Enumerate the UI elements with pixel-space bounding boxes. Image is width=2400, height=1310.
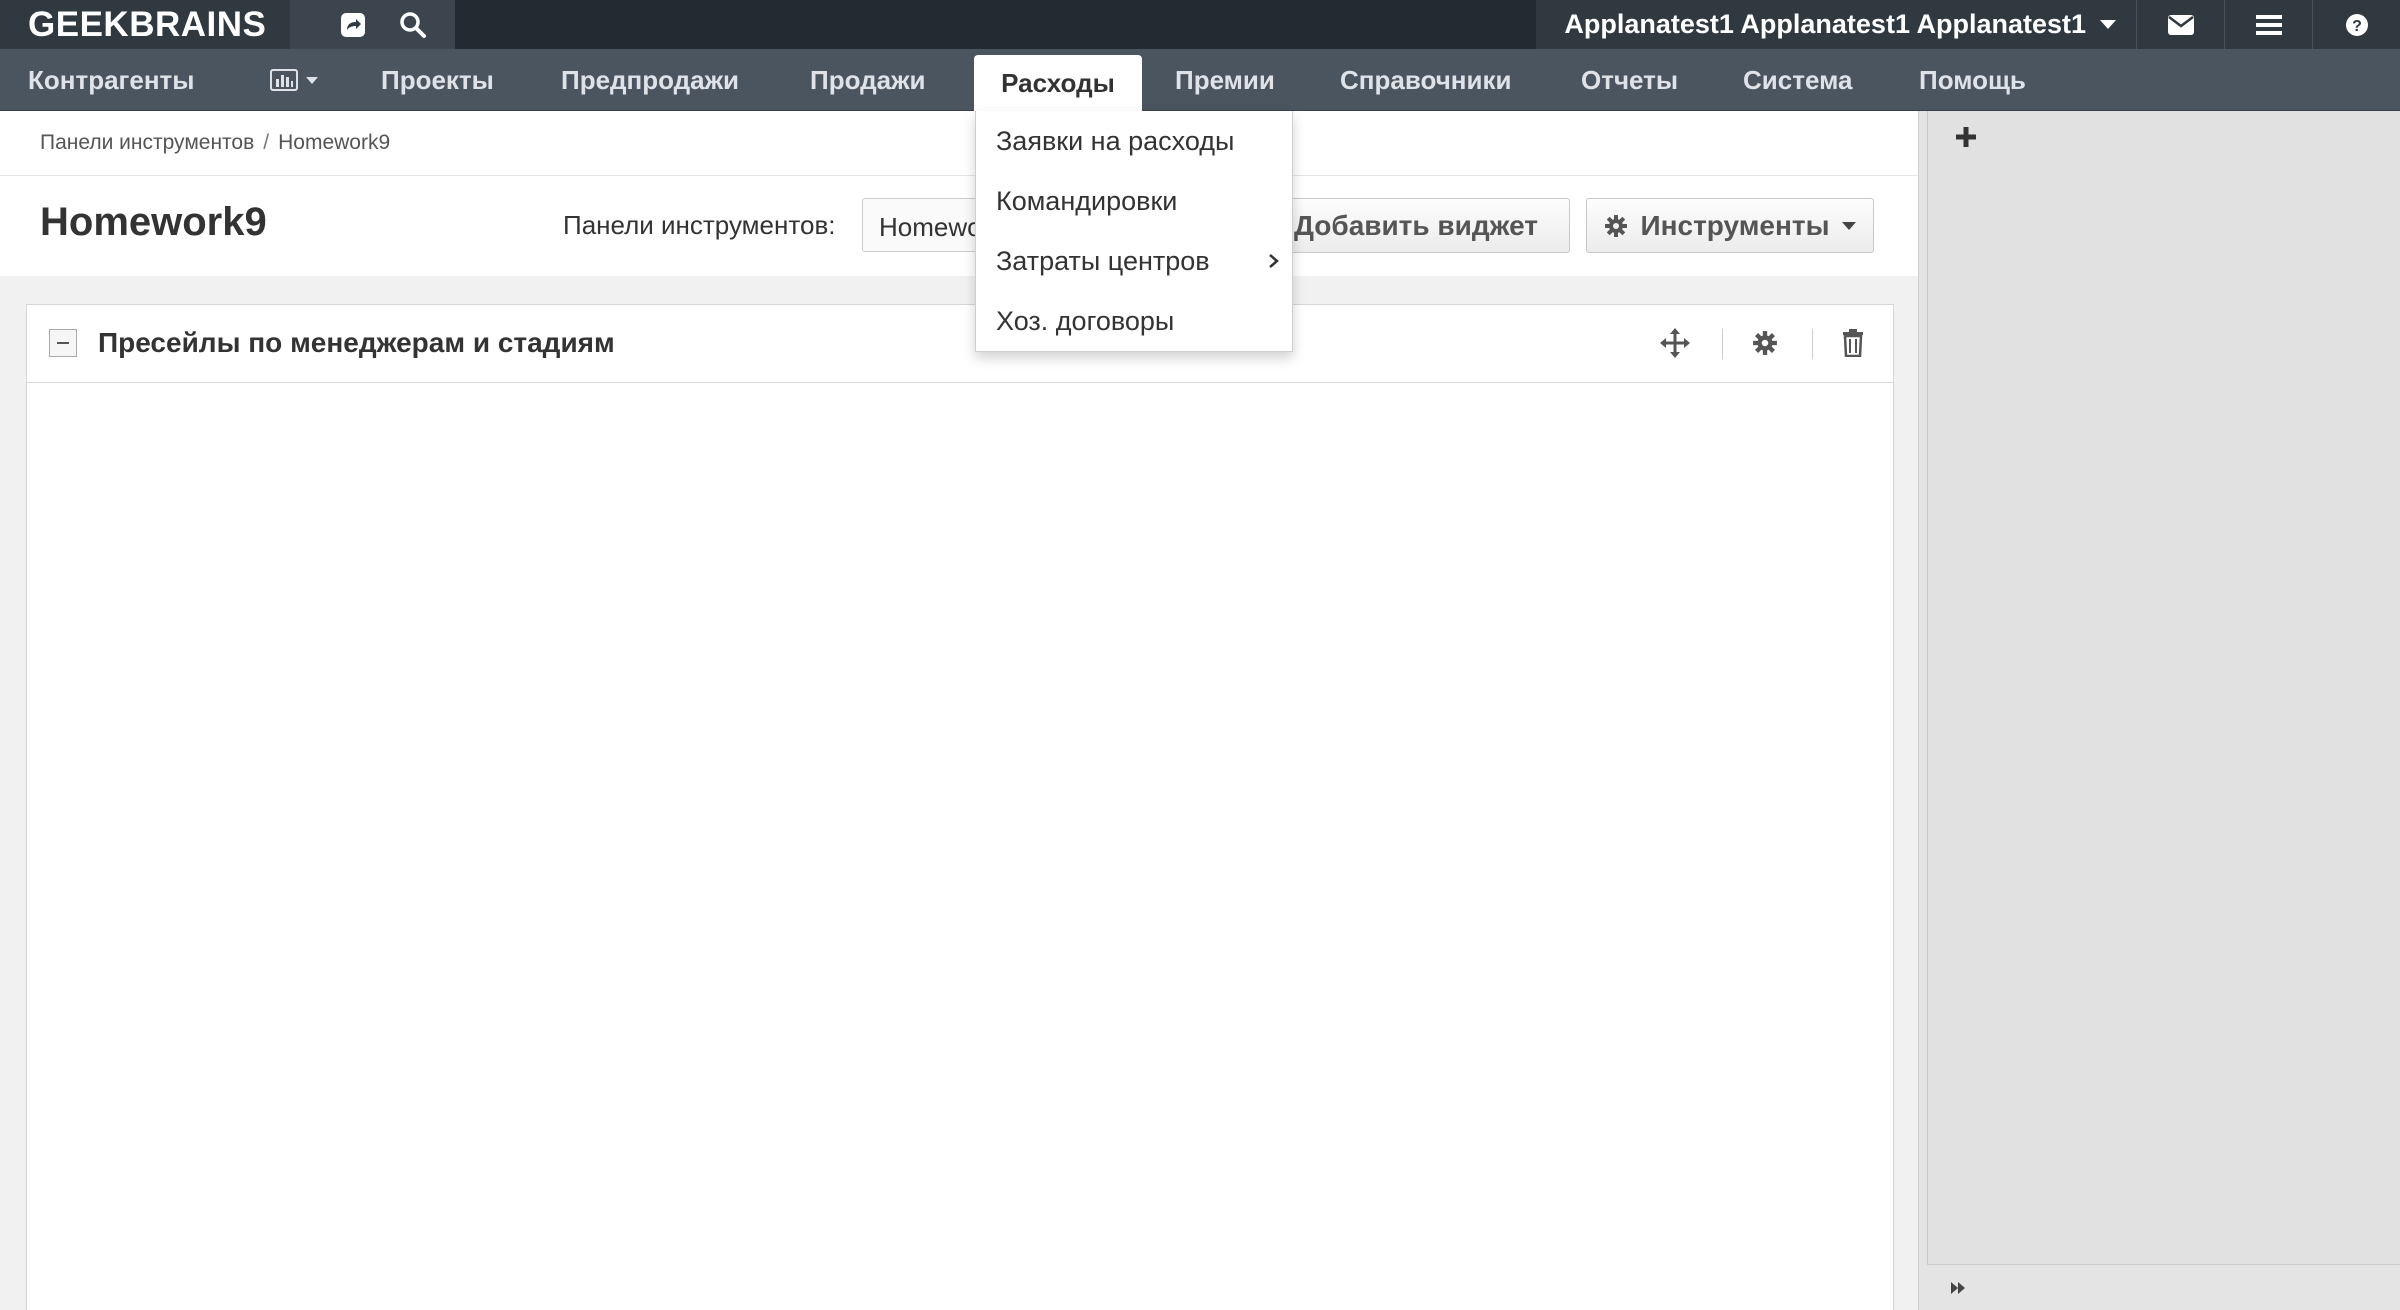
tools-button[interactable]: Инструменты — [1586, 198, 1874, 253]
top-bar: GEEKBRAINS Applanatest1 Applanatest1 App… — [0, 0, 2400, 49]
nav-item-projects[interactable]: Проекты — [381, 49, 494, 111]
nav-item-bonuses[interactable]: Премии — [1175, 49, 1275, 111]
tools-label: Инструменты — [1640, 209, 1830, 241]
menu-item-household-contracts[interactable]: Хоз. договоры — [976, 291, 1294, 351]
user-area: Applanatest1 Applanatest1 Applanatest1 ? — [1536, 0, 2400, 49]
menu-item-center-costs[interactable]: Затраты центров — [976, 231, 1294, 291]
svg-text:?: ? — [2352, 18, 2362, 35]
move-icon — [1660, 328, 1690, 358]
bar-chart-icon — [270, 69, 298, 91]
nav-item-references[interactable]: Справочники — [1340, 49, 1511, 111]
nav-item-expenses[interactable]: Расходы — [974, 55, 1142, 111]
collapse-widget-button[interactable] — [49, 329, 77, 357]
move-widget-button[interactable] — [1657, 325, 1693, 361]
search-icon[interactable] — [398, 10, 428, 40]
envelope-icon — [2167, 14, 2194, 35]
chevron-right-icon — [1269, 254, 1279, 268]
nav-item-charts[interactable] — [270, 49, 318, 111]
divider — [1812, 329, 1813, 359]
minus-icon — [57, 342, 69, 344]
share-icon[interactable] — [338, 10, 368, 40]
page-header: Homework9 Панели инструментов: Homework9… — [0, 176, 1918, 276]
main-nav: Контрагенты Проекты Предпродажи Продажи … — [0, 49, 2400, 111]
chevron-down-icon — [306, 76, 318, 84]
user-name-label: Applanatest1 Applanatest1 Applanatest1 — [1564, 9, 2086, 39]
breadcrumb: Панели инструментов / Homework9 — [0, 111, 1918, 176]
widget-presales: Пресейлы по менеджерам и стадиям — [26, 304, 1894, 1310]
add-widget-label: Добавить виджет — [1294, 209, 1538, 241]
nav-item-presales[interactable]: Предпродажи — [561, 49, 739, 111]
menu-item-label: Заявки на расходы — [996, 125, 1235, 156]
add-widget-button[interactable]: Добавить виджет — [1262, 198, 1570, 253]
gear-icon — [1605, 214, 1628, 237]
menu-item-expense-requests[interactable]: Заявки на расходы — [976, 111, 1294, 171]
quick-tools — [290, 0, 455, 49]
add-icon[interactable] — [1954, 125, 1982, 153]
breadcrumb-separator: / — [263, 131, 270, 154]
nav-item-sales[interactable]: Продажи — [810, 49, 926, 111]
nav-item-help[interactable]: Помощь — [1919, 49, 2026, 111]
page-title: Homework9 — [40, 200, 267, 244]
widget-title: Пресейлы по менеджерам и стадиям — [98, 327, 615, 358]
double-chevron-right-icon[interactable] — [1949, 1279, 1973, 1303]
menu-item-label: Хоз. договоры — [996, 305, 1175, 336]
right-sidebar — [1918, 111, 2400, 1310]
menu-item-label: Затраты центров — [996, 245, 1210, 276]
configure-widget-button[interactable] — [1747, 325, 1783, 361]
menu-item-label: Командировки — [996, 185, 1178, 216]
gear-icon — [1753, 331, 1777, 355]
help-button[interactable]: ? — [2312, 0, 2400, 49]
trash-icon — [1843, 329, 1863, 357]
expenses-dropdown-menu: Заявки на расходы Командировки Затраты ц… — [975, 111, 1293, 352]
sidebar-panel — [1927, 111, 2400, 1265]
help-icon: ? — [2345, 13, 2368, 36]
nav-item-counterparties[interactable]: Контрагенты — [28, 49, 194, 111]
menu-button[interactable] — [2224, 0, 2312, 49]
menu-icon — [2255, 14, 2282, 35]
dashboards-label: Панели инструментов: — [563, 210, 836, 240]
menu-item-business-trips[interactable]: Командировки — [976, 171, 1294, 231]
breadcrumb-item-current: Homework9 — [278, 131, 391, 154]
breadcrumb-item-dashboards[interactable]: Панели инструментов — [40, 131, 254, 155]
user-menu[interactable]: Applanatest1 Applanatest1 Applanatest1 — [1536, 0, 2136, 49]
delete-widget-button[interactable] — [1835, 325, 1871, 361]
nav-item-system[interactable]: Система — [1743, 49, 1852, 111]
widget-header: Пресейлы по менеджерам и стадиям — [27, 305, 1893, 383]
nav-item-reports[interactable]: Отчеты — [1581, 49, 1678, 111]
messages-button[interactable] — [2136, 0, 2224, 49]
divider — [1722, 329, 1723, 359]
chevron-down-icon — [2100, 20, 2116, 29]
top-bar-spacer — [455, 0, 1537, 49]
chevron-down-icon — [1841, 221, 1856, 230]
app-logo[interactable]: GEEKBRAINS — [0, 0, 290, 49]
